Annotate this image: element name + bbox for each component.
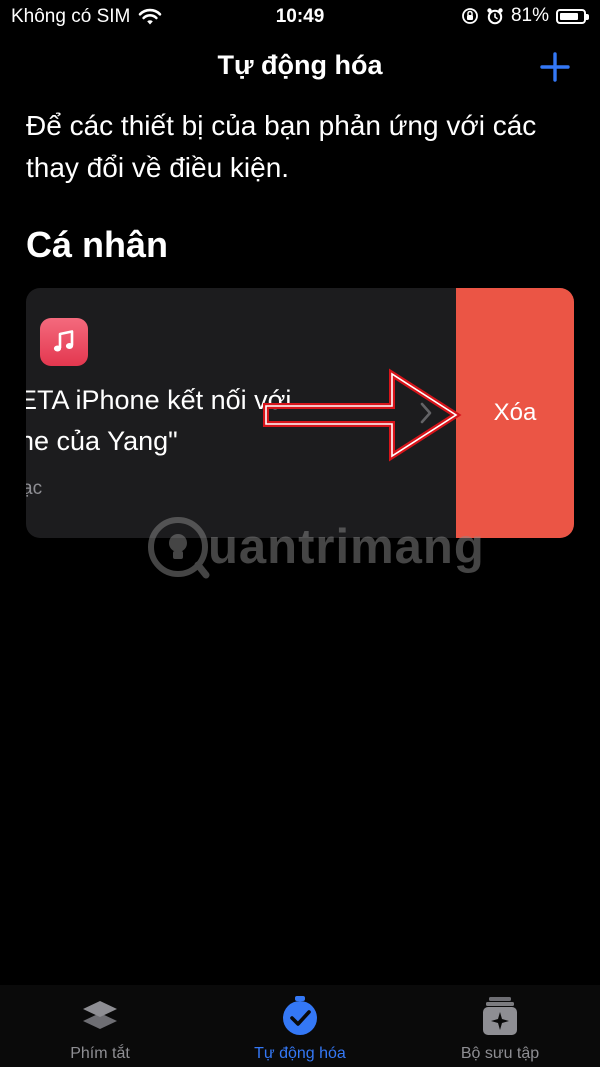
- orientation-lock-icon: [462, 8, 478, 24]
- delete-button[interactable]: Xóa: [456, 288, 574, 538]
- plus-icon[interactable]: [538, 50, 572, 84]
- automation-title-line-2: ne của Yang": [26, 426, 178, 456]
- tab-bar: Phím tắt Tự động hóa Bộ sưu tập: [0, 985, 600, 1067]
- battery-icon: [556, 8, 589, 24]
- music-icon: [40, 318, 88, 366]
- annotation-arrow-icon: [263, 368, 462, 462]
- automation-title-line-1: ETA iPhone kết nối với: [26, 385, 292, 415]
- page-title: Tự động hóa: [217, 50, 383, 80]
- tab-gallery[interactable]: Bộ sưu tập: [400, 995, 600, 1063]
- lightbulb-logo-icon: [148, 517, 210, 579]
- section-title: Cá nhân: [26, 224, 169, 265]
- tab-automation[interactable]: Tự động hóa: [200, 995, 400, 1063]
- battery-fill: [560, 12, 578, 20]
- battery-percent: 81%: [510, 5, 549, 26]
- status-right: 81%: [461, 5, 589, 27]
- layers-icon: [83, 1001, 117, 1029]
- automation-subtitle: ạc: [26, 478, 43, 499]
- status-bar: Không có SIM 10:49 81%: [0, 0, 600, 34]
- watermark: uantrimang: [146, 515, 485, 579]
- tab-shortcuts-label: Phím tắt: [70, 1045, 130, 1062]
- description-text: Để các thiết bị của bạn phản ứng với các…: [26, 110, 537, 183]
- tab-gallery-label: Bộ sưu tập: [460, 1045, 540, 1062]
- alarm-icon: [487, 8, 503, 25]
- tab-automation-label: Tự động hóa: [254, 1045, 346, 1062]
- watermark-text: uantrimang: [208, 520, 485, 574]
- automation-check-icon: [283, 996, 317, 1035]
- tab-shortcuts[interactable]: Phím tắt: [0, 995, 200, 1063]
- gallery-icon: [483, 997, 517, 1035]
